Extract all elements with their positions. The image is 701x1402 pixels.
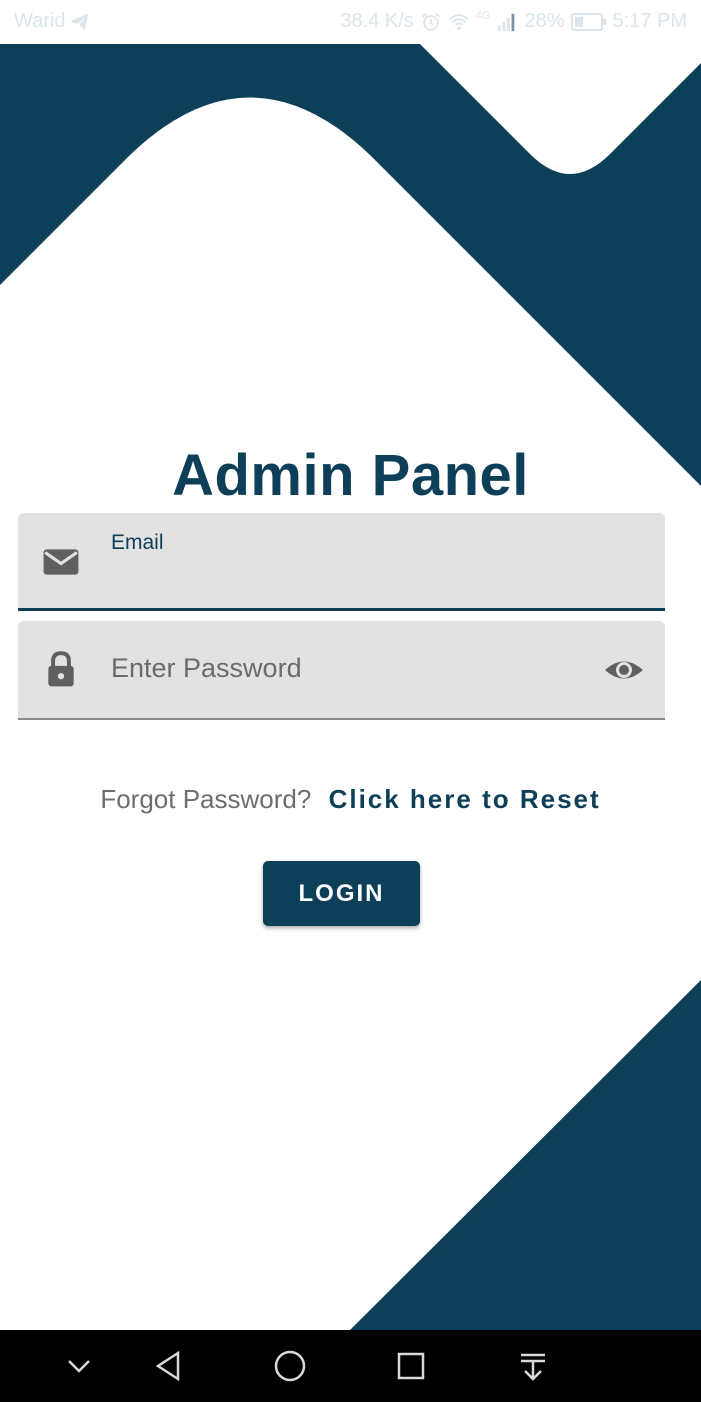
back-icon[interactable] bbox=[149, 1346, 189, 1386]
wifi-icon bbox=[448, 11, 470, 33]
status-left: Warid bbox=[14, 10, 91, 33]
reset-password-link[interactable]: Click here to Reset bbox=[329, 784, 601, 814]
bottom-right-shape bbox=[350, 980, 701, 1330]
carrier-name: Warid bbox=[14, 10, 66, 32]
page-title: Admin Panel bbox=[172, 443, 529, 508]
status-right: 38.4 K/s 4G 28% 5:17 PM bbox=[340, 10, 687, 33]
login-button[interactable]: LOGIN bbox=[263, 861, 420, 926]
password-field[interactable] bbox=[18, 621, 665, 720]
forgot-password-row: Forgot Password? Click here to Reset bbox=[0, 784, 701, 815]
email-field[interactable]: Email bbox=[18, 513, 665, 611]
login-screen: Warid 38.4 K/s 4G 28% 5:17 PM Admin Pane… bbox=[0, 0, 701, 1402]
alarm-icon bbox=[420, 11, 442, 33]
status-bar: Warid 38.4 K/s 4G 28% 5:17 PM bbox=[0, 0, 701, 44]
forgot-password-text: Forgot Password? bbox=[100, 784, 312, 814]
password-input[interactable] bbox=[111, 648, 591, 688]
mail-icon bbox=[42, 543, 80, 581]
recents-icon[interactable] bbox=[391, 1346, 431, 1386]
telegram-icon bbox=[69, 11, 91, 33]
system-nav-bar bbox=[0, 1330, 701, 1402]
signal-icon bbox=[496, 11, 518, 33]
home-icon[interactable] bbox=[270, 1346, 310, 1386]
lock-icon bbox=[42, 650, 80, 688]
email-label: Email bbox=[111, 531, 164, 554]
chevron-down-icon[interactable] bbox=[59, 1346, 99, 1386]
network-type: 4G bbox=[475, 10, 491, 22]
eye-icon[interactable] bbox=[603, 651, 645, 689]
clock-time: 5:17 PM bbox=[612, 10, 687, 32]
battery-percent: 28% bbox=[524, 10, 565, 32]
notification-pull-icon[interactable] bbox=[513, 1346, 553, 1386]
email-input[interactable] bbox=[108, 553, 628, 593]
battery-icon bbox=[570, 11, 607, 33]
network-speed: 38.4 K/s bbox=[340, 10, 414, 32]
top-left-shape bbox=[0, 44, 701, 486]
